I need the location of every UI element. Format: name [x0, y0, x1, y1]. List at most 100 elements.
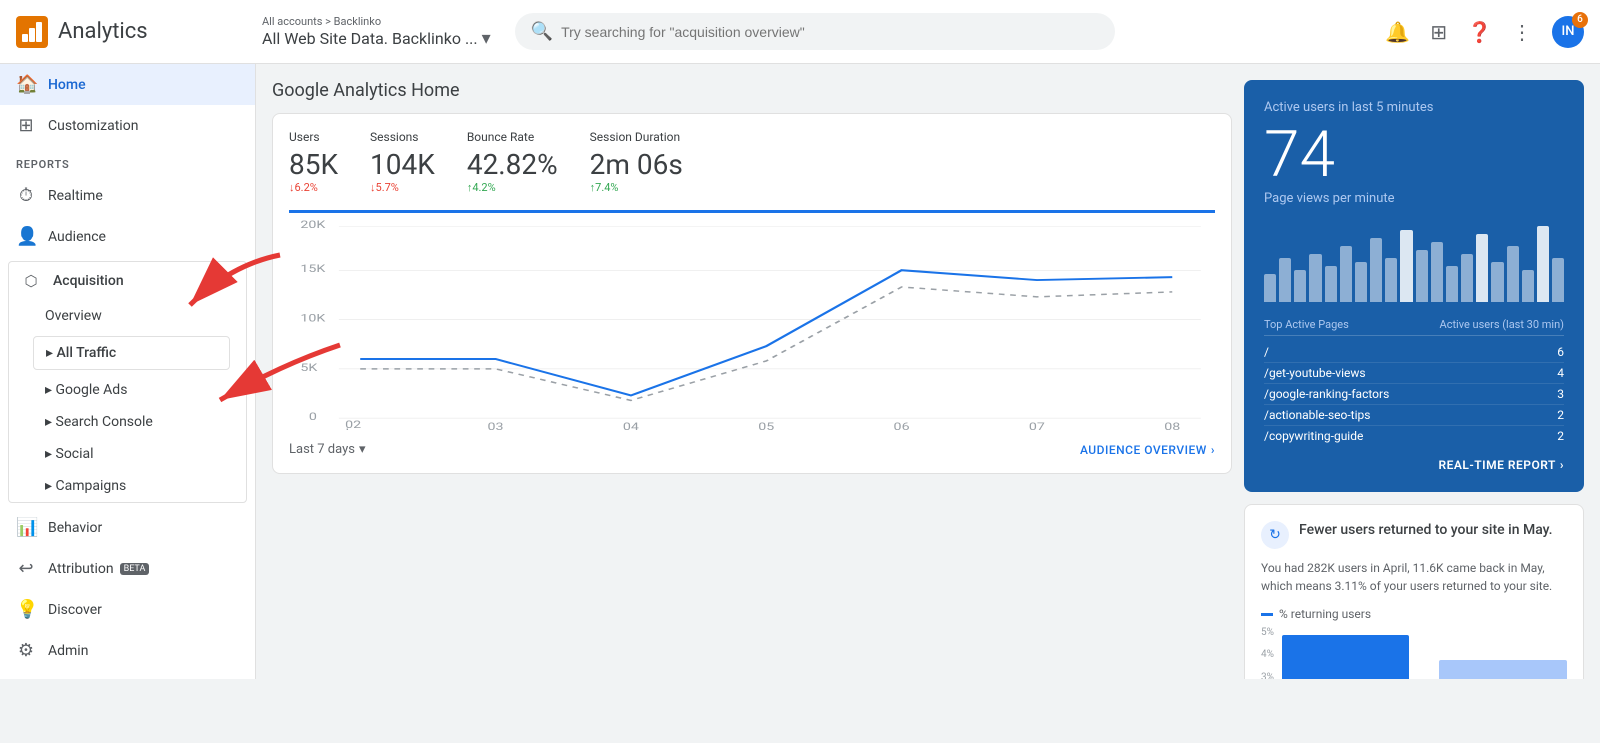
sidebar-item-customization[interactable]: ⊞ Customization — [0, 105, 255, 146]
table-row-users-5: 2 — [1557, 429, 1564, 443]
stat-users-value: 85K — [289, 148, 338, 181]
more-icon[interactable]: ⋮ — [1512, 20, 1532, 44]
bar-mini-11 — [1416, 250, 1428, 302]
y-label-3: 3% — [1261, 672, 1274, 680]
insight-description: You had 282K users in April, 11.6K came … — [1261, 559, 1567, 595]
sidebar-overview-label: Overview — [45, 308, 102, 324]
realtime-table: Top Active Pages Active users (last 30 m… — [1264, 318, 1564, 446]
sidebar-item-acquisition[interactable]: ⬡ Acquisition — [9, 262, 246, 300]
legend-dot-icon — [1261, 613, 1273, 616]
attribution-badge: BETA — [120, 563, 150, 575]
property-selector[interactable]: All Web Site Data. Backlinko ... ▾ — [262, 28, 491, 49]
search-input[interactable] — [561, 24, 1099, 40]
bar-may — [1439, 660, 1567, 679]
svg-text:03: 03 — [488, 421, 504, 430]
chart-footer: Last 7 days ▾ AUDIENCE OVERVIEW › — [289, 442, 1215, 457]
table-row-page-2: /get-youtube-views — [1264, 366, 1366, 380]
sidebar-acquisition-label: Acquisition — [53, 273, 124, 289]
svg-text:10K: 10K — [300, 313, 325, 324]
reports-section-label: REPORTS — [0, 146, 255, 175]
sidebar-item-behavior[interactable]: 📊 Behavior — [0, 507, 255, 548]
sidebar-item-attribution[interactable]: ↩ Attribution BETA — [0, 548, 255, 589]
table-row-page-1: / — [1264, 345, 1269, 359]
sidebar-search-console-label: ▸ Search Console — [45, 414, 153, 430]
table-header-users: Active users (last 30 min) — [1440, 318, 1564, 331]
y-label-4: 4% — [1261, 649, 1274, 660]
page-title: Google Analytics Home — [272, 80, 1232, 101]
sidebar-item-discover[interactable]: 💡 Discover — [0, 589, 255, 630]
bar-april-wrap: April — [1282, 635, 1410, 679]
audience-overview-link[interactable]: AUDIENCE OVERVIEW › — [1080, 443, 1215, 457]
acquisition-icon: ⬡ — [21, 272, 41, 290]
bar-april — [1282, 635, 1410, 679]
table-row-users-3: 3 — [1557, 387, 1564, 401]
sidebar-attribution-label: Attribution — [48, 561, 114, 577]
bar-mini-1 — [1264, 274, 1276, 302]
insight-card: ↻ Fewer users returned to your site in M… — [1244, 504, 1584, 679]
sidebar-item-realtime[interactable]: ⏱ Realtime — [0, 175, 255, 216]
avatar-badge: 6 — [1572, 12, 1588, 28]
date-range-selector[interactable]: Last 7 days ▾ — [289, 442, 366, 457]
all-traffic-box: ▸ All Traffic — [33, 336, 230, 370]
sidebar-audience-label: Audience — [48, 229, 106, 245]
sidebar-item-campaigns[interactable]: ▸ Campaigns — [9, 470, 246, 502]
stat-sessions: Sessions 104K ↓5.7% — [370, 130, 435, 194]
y-label-5: 5% — [1261, 627, 1274, 638]
realtime-card: Active users in last 5 minutes 74 Page v… — [1244, 80, 1584, 492]
realtime-report-text: REAL-TIME REPORT — [1439, 458, 1556, 472]
svg-text:05: 05 — [758, 421, 774, 430]
sidebar-item-overview[interactable]: Overview — [9, 300, 246, 332]
table-header-page: Top Active Pages — [1264, 318, 1349, 331]
center-panel: Google Analytics Home Users 85K ↓6.2% Se… — [272, 80, 1232, 663]
sidebar-item-admin[interactable]: ⚙ Admin — [0, 630, 255, 671]
chevron-right-icon: › — [1560, 458, 1564, 472]
acquisition-box: ⬡ Acquisition Overview ▸ All Traffic ▸ G… — [8, 261, 247, 503]
stat-bounce: Bounce Rate 42.82% ↑4.2% — [467, 130, 558, 194]
search-bar[interactable]: 🔍 — [515, 13, 1115, 50]
table-row: /google-ranking-factors 3 — [1264, 384, 1564, 405]
bar-mini-8 — [1370, 238, 1382, 302]
analytics-logo-icon — [16, 16, 48, 48]
attribution-icon: ↩ — [16, 558, 36, 579]
stats-card: Users 85K ↓6.2% Sessions 104K ↓5.7% Boun… — [272, 113, 1232, 474]
bar-chart-mini — [1264, 222, 1564, 302]
header-account: All accounts > Backlinko All Web Site Da… — [262, 15, 491, 49]
sidebar-item-social[interactable]: ▸ Social — [9, 438, 246, 470]
bar-mini-19 — [1537, 226, 1549, 302]
stat-duration-value: 2m 06s — [590, 148, 683, 181]
realtime-report-link[interactable]: REAL-TIME REPORT › — [1439, 458, 1564, 472]
grid-icon[interactable]: ⊞ — [1430, 20, 1447, 44]
sidebar-item-audience[interactable]: 👤 Audience — [0, 216, 255, 257]
sidebar-customization-label: Customization — [48, 118, 138, 134]
notification-icon[interactable]: 🔔 — [1385, 20, 1410, 44]
avatar[interactable]: IN 6 — [1552, 16, 1584, 48]
chevron-down-icon: ▾ — [482, 28, 491, 49]
bar-mini-14 — [1461, 254, 1473, 302]
realtime-footer: REAL-TIME REPORT › — [1264, 458, 1564, 472]
sidebar-all-traffic-label: ▸ All Traffic — [46, 345, 116, 361]
table-row-page-5: /copywriting-guide — [1264, 429, 1363, 443]
sidebar-item-all-traffic[interactable]: ▸ All Traffic — [34, 337, 229, 369]
bar-mini-3 — [1294, 270, 1306, 302]
sidebar-item-search-console[interactable]: ▸ Search Console — [9, 406, 246, 438]
app-layout: 🏠 Home ⊞ Customization REPORTS ⏱ Realtim… — [0, 64, 1600, 679]
sidebar-item-google-ads[interactable]: ▸ Google Ads — [9, 374, 246, 406]
help-icon[interactable]: ❓ — [1467, 20, 1492, 44]
stats-row: Users 85K ↓6.2% Sessions 104K ↓5.7% Boun… — [289, 130, 1215, 194]
stat-sessions-value: 104K — [370, 148, 435, 181]
chevron-right-icon: › — [1211, 443, 1215, 457]
insight-chart-container: 5% 4% 3% 1% 0% April May — [1261, 627, 1567, 679]
bar-mini-16 — [1491, 262, 1503, 302]
search-icon: 🔍 — [531, 21, 553, 42]
svg-text:07: 07 — [1029, 421, 1045, 430]
clock-icon: ⏱ — [16, 185, 36, 206]
svg-text:06: 06 — [894, 421, 910, 430]
bar-mini-15 — [1476, 234, 1488, 302]
table-row-page-3: /google-ranking-factors — [1264, 387, 1389, 401]
stat-duration-change: ↑7.4% — [590, 181, 683, 194]
bar-mini-4 — [1309, 254, 1321, 302]
bar-mini-6 — [1340, 246, 1352, 302]
table-row-users-1: 6 — [1557, 345, 1564, 359]
sidebar-item-home[interactable]: 🏠 Home — [0, 64, 255, 105]
chart-area: 20K 15K 10K 5K 0 — [289, 210, 1215, 430]
